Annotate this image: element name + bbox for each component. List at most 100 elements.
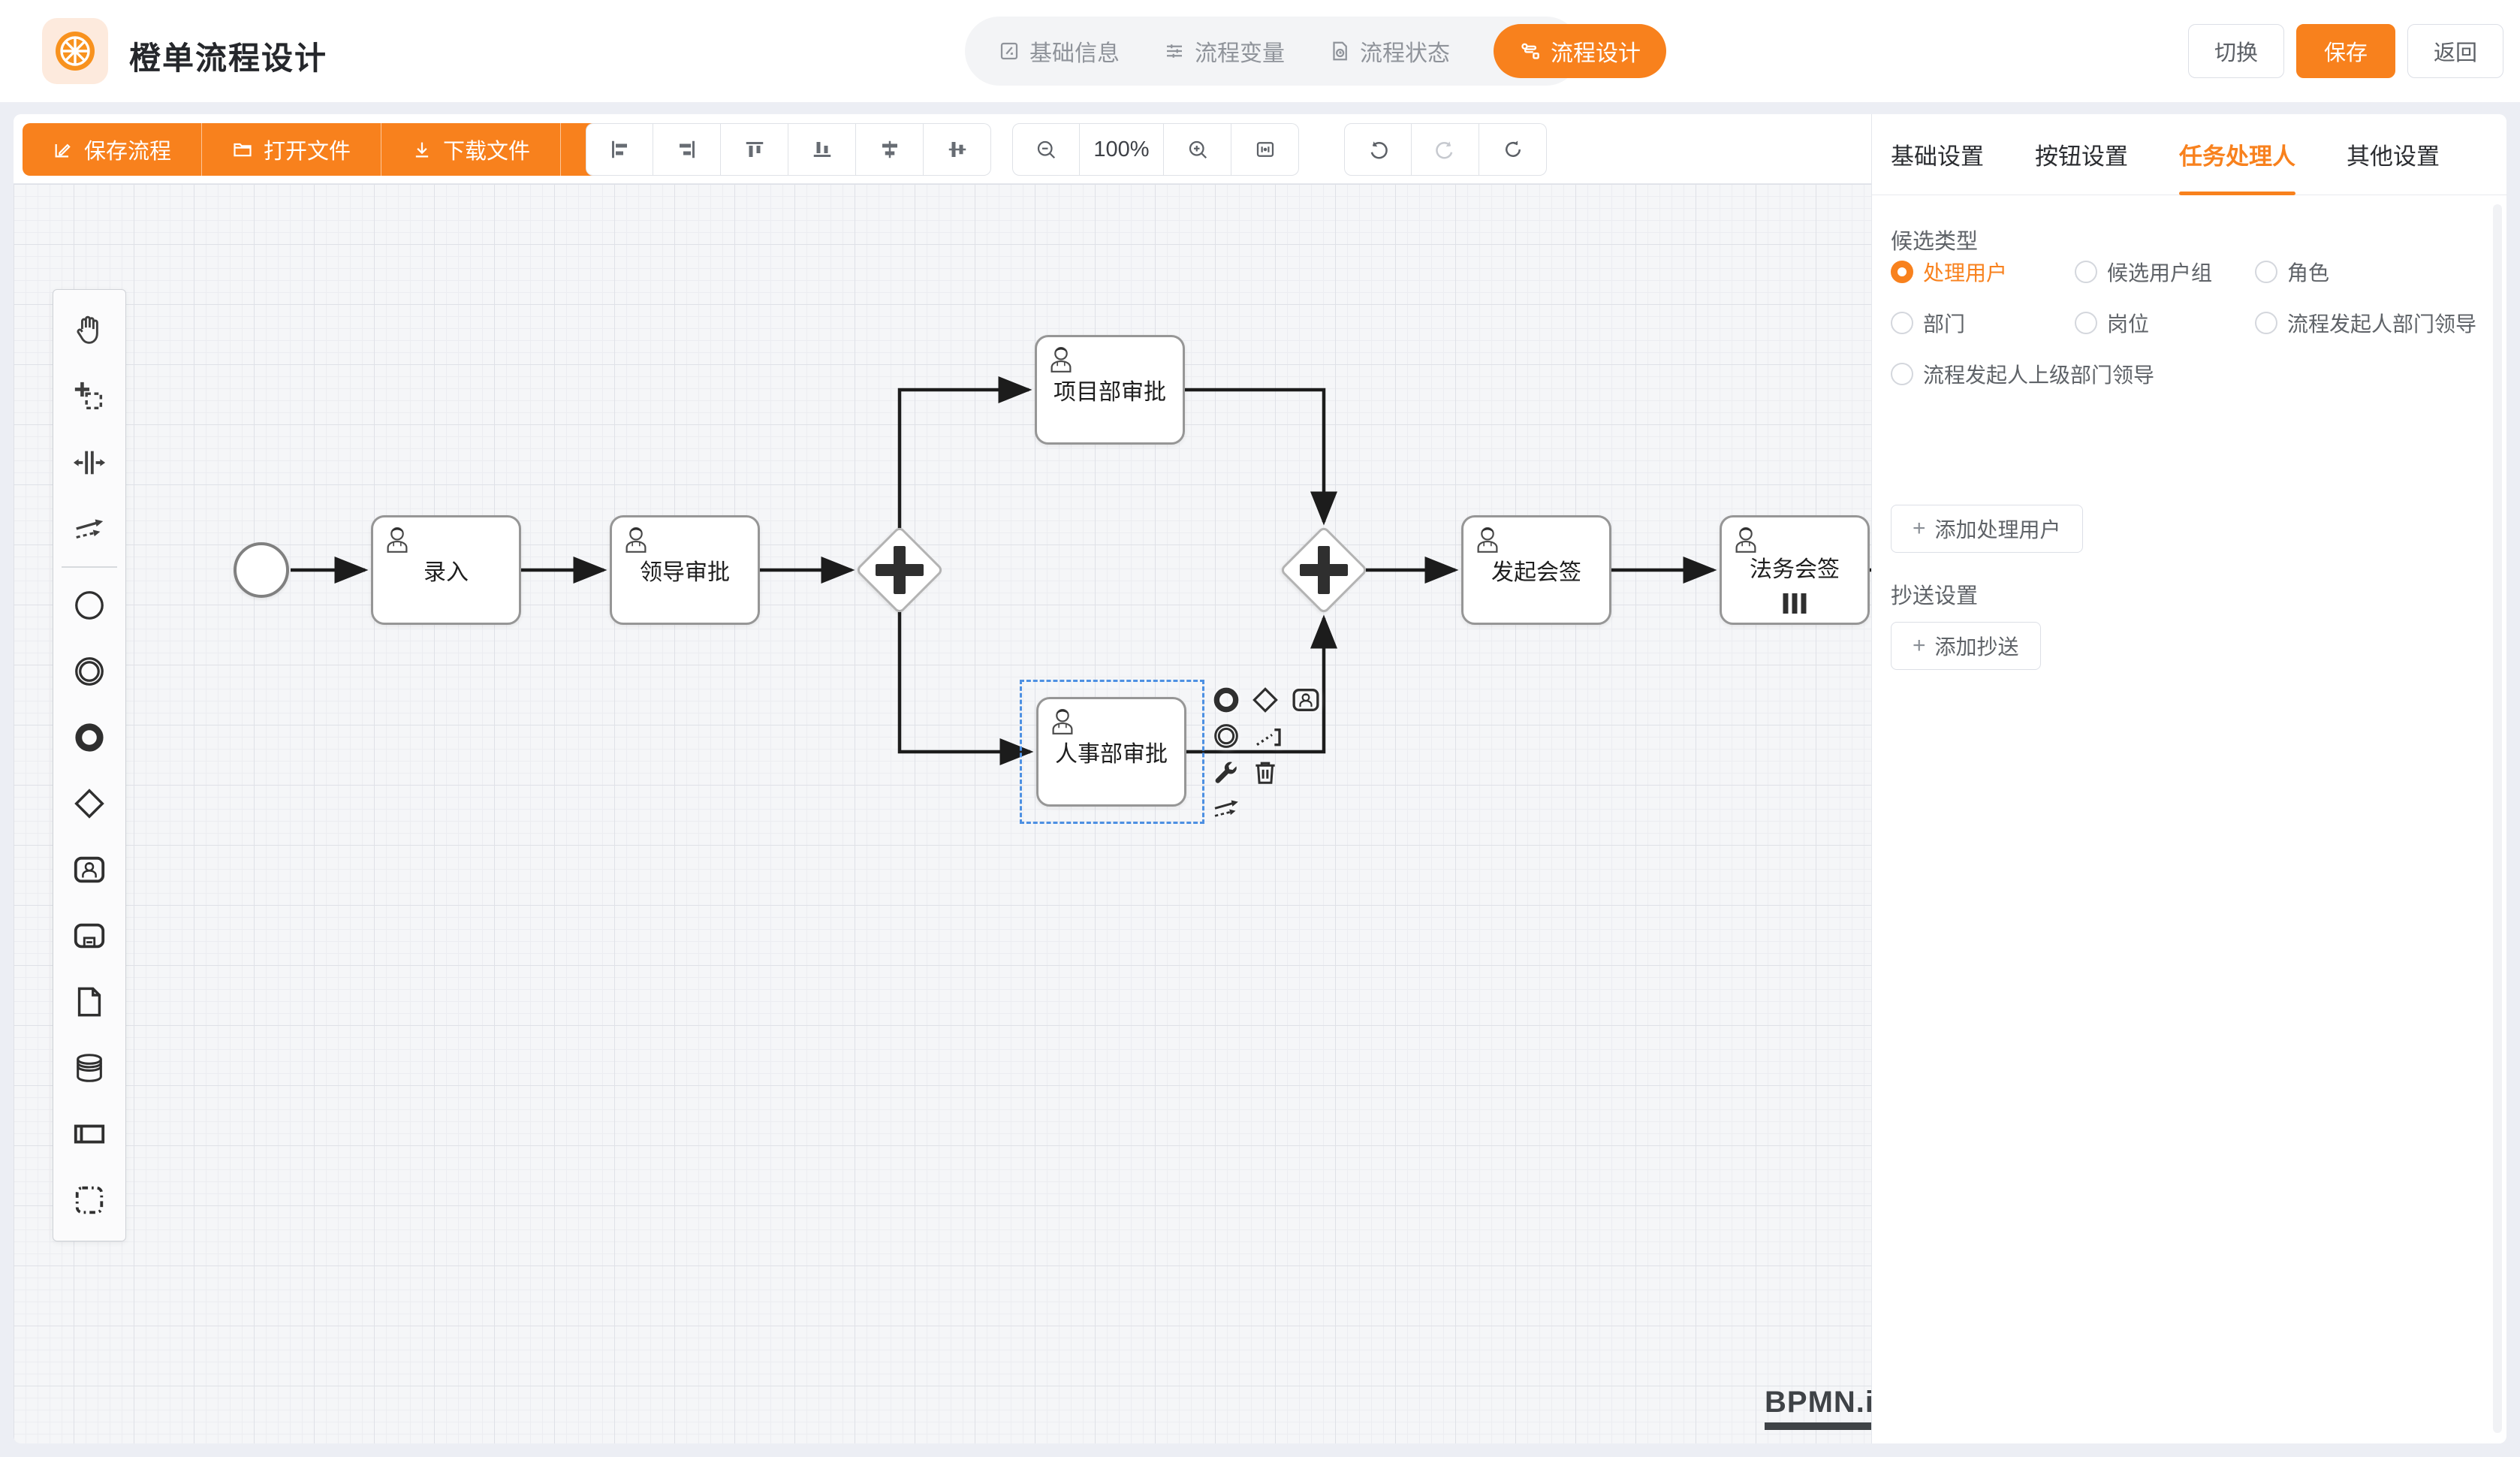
radio-icon [1891, 312, 1913, 334]
connect-icon [72, 511, 107, 546]
connect-icon [1211, 795, 1241, 825]
task-node-hr-approve[interactable]: 人事部审批 [1036, 697, 1186, 807]
context-pad-append-end-event[interactable] [1209, 683, 1243, 717]
align-center-horizontal-button[interactable] [856, 123, 924, 176]
create-gateway[interactable] [53, 771, 126, 837]
task-label: 项目部审批 [1037, 337, 1183, 442]
create-end-event[interactable] [53, 704, 126, 771]
parallel-gateway-join[interactable] [1282, 528, 1366, 612]
nav-label: 基础信息 [1029, 35, 1120, 68]
radio-handler-user[interactable]: 处理用户 [1891, 257, 2075, 287]
create-participant[interactable] [53, 1101, 126, 1167]
trash-icon [1251, 758, 1280, 786]
context-pad-append-task[interactable] [1289, 683, 1323, 717]
add-handler-user-button[interactable]: + 添加处理用户 [1891, 505, 2083, 553]
zoom-level-display[interactable]: 100% [1080, 123, 1164, 176]
create-data-store[interactable] [53, 1035, 126, 1101]
hand-tool[interactable] [53, 297, 126, 363]
context-pad-append-intermediate-event[interactable] [1209, 719, 1243, 753]
task-node-legal-countersign[interactable]: 法务会签 [1720, 515, 1870, 625]
history-group [1344, 123, 1547, 176]
wrench-icon [1212, 758, 1240, 786]
task-node-project-approve[interactable]: 项目部审批 [1035, 335, 1185, 445]
save-button[interactable]: 保存 [2296, 24, 2395, 78]
end-event-icon [72, 720, 107, 755]
context-pad-append-gateway[interactable] [1248, 683, 1283, 717]
lasso-tool[interactable] [53, 363, 126, 430]
bpmn-canvas[interactable]: 录入 领导审批 项目部审批 人事部审批 [14, 184, 1871, 1443]
radio-label: 流程发起人部门领导 [2287, 308, 2476, 338]
undo-button[interactable] [1344, 123, 1412, 176]
radio-role[interactable]: 角色 [2255, 257, 2491, 287]
create-intermediate-event[interactable] [53, 638, 126, 704]
switch-button[interactable]: 切换 [2188, 24, 2284, 78]
create-subprocess[interactable] [53, 903, 126, 969]
space-tool[interactable] [53, 430, 126, 496]
task-label: 录入 [373, 517, 519, 623]
create-user-task[interactable] [53, 837, 126, 903]
align-top-button[interactable] [721, 123, 788, 176]
panel-scrollbar[interactable] [2493, 204, 2502, 1433]
align-left-button[interactable] [586, 123, 653, 176]
radio-icon [1891, 363, 1913, 385]
radio-department[interactable]: 部门 [1891, 308, 2075, 338]
radio-initiator-upper-dept-leader[interactable]: 流程发起人上级部门领导 [1891, 359, 2491, 389]
redo-button[interactable] [1412, 123, 1479, 176]
tab-other-settings[interactable]: 其他设置 [2347, 114, 2440, 195]
task-label: 发起会签 [1463, 517, 1609, 623]
context-pad-delete[interactable] [1248, 755, 1283, 789]
page-title: 橙单流程设计 [129, 33, 327, 79]
zoom-in-button[interactable] [1164, 123, 1231, 176]
restart-button[interactable] [1479, 123, 1547, 176]
download-file-button[interactable]: 下载文件 [381, 123, 561, 176]
element-palette [53, 289, 126, 1241]
radio-post[interactable]: 岗位 [2075, 308, 2255, 338]
create-start-event[interactable] [53, 572, 126, 638]
align-bottom-button[interactable] [788, 123, 856, 176]
zoom-out-button[interactable] [1012, 123, 1080, 176]
nav-item-flow-variables[interactable]: 流程变量 [1163, 35, 1285, 68]
radio-icon [2075, 312, 2097, 334]
global-connect-tool[interactable] [53, 496, 126, 562]
task-node-leader-approve[interactable]: 领导审批 [610, 515, 760, 625]
tab-button-settings[interactable]: 按钮设置 [2035, 114, 2128, 195]
radio-candidate-user-group[interactable]: 候选用户组 [2075, 257, 2255, 287]
space-tool-icon [72, 445, 107, 480]
gateway-plus-v [1318, 546, 1330, 594]
palette-divider [62, 566, 117, 568]
zoom-reset-button[interactable] [1231, 123, 1299, 176]
gateway-plus-v [894, 546, 906, 594]
radio-initiator-dept-leader[interactable]: 流程发起人部门领导 [2255, 308, 2491, 338]
back-button[interactable]: 返回 [2407, 24, 2503, 78]
create-data-object[interactable] [53, 969, 126, 1035]
start-event-node[interactable] [234, 542, 289, 598]
form-icon [998, 40, 1020, 62]
tab-task-assignee[interactable]: 任务处理人 [2179, 114, 2295, 195]
context-pad-connect[interactable] [1209, 792, 1243, 827]
nav-item-flow-status[interactable]: 流程状态 [1328, 35, 1450, 68]
align-right-button[interactable] [653, 123, 721, 176]
align-center-vertical-button[interactable] [924, 123, 991, 176]
task-node-initiate-countersign[interactable]: 发起会签 [1461, 515, 1611, 625]
open-file-button[interactable]: 打开文件 [202, 123, 381, 176]
context-pad-append-text-annotation[interactable] [1251, 719, 1286, 753]
data-object-icon [72, 985, 107, 1019]
tab-basic-settings[interactable]: 基础设置 [1891, 114, 1984, 195]
context-pad-change-type[interactable] [1209, 755, 1243, 789]
align-left-icon [608, 138, 631, 161]
user-task-icon [1291, 685, 1321, 715]
cc-settings-title: 抄送设置 [1891, 578, 1978, 610]
intermediate-event-icon [72, 654, 107, 689]
gateway-icon [72, 786, 107, 821]
refresh-icon [1502, 138, 1524, 161]
task-node-entry[interactable]: 录入 [371, 515, 521, 625]
file-btn-label: 保存流程 [84, 134, 171, 165]
plus-icon: + [1913, 635, 1926, 657]
save-flow-button[interactable]: 保存流程 [23, 123, 202, 176]
bpmn-io-watermark[interactable]: BPMN.iO [1765, 1386, 1871, 1430]
create-group[interactable] [53, 1167, 126, 1233]
nav-item-flow-design[interactable]: 流程设计 [1494, 24, 1666, 78]
parallel-gateway-split[interactable] [858, 528, 942, 612]
nav-item-basic-info[interactable]: 基础信息 [998, 35, 1120, 68]
add-cc-button[interactable]: + 添加抄送 [1891, 622, 2041, 670]
